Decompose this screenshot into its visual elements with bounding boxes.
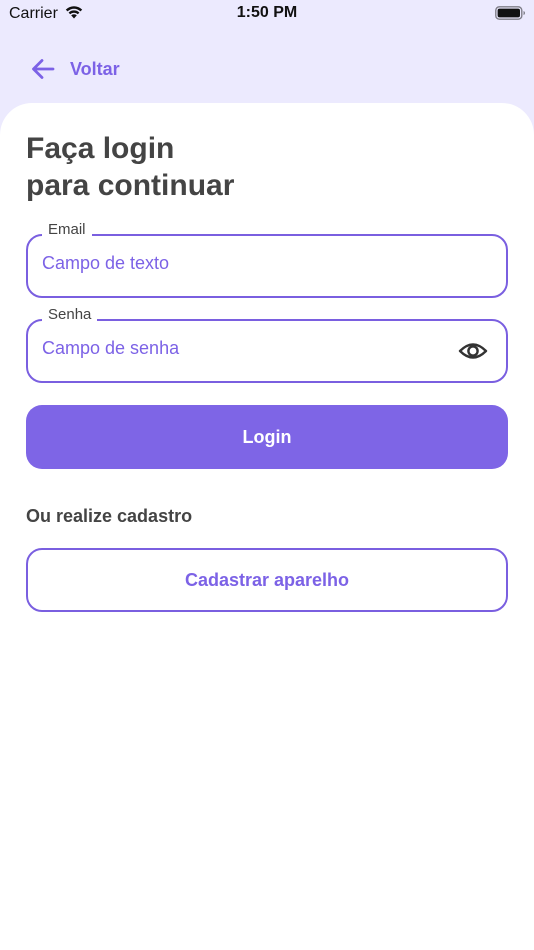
email-input-value[interactable]: Campo de texto bbox=[42, 253, 169, 274]
top-nav: Voltar bbox=[0, 40, 534, 98]
back-button[interactable]: Voltar bbox=[30, 54, 120, 84]
back-label: Voltar bbox=[70, 58, 120, 79]
status-time: 1:50 PM bbox=[236, 4, 298, 21]
register-device-button[interactable]: Cadastrar aparelho bbox=[26, 548, 508, 612]
register-prompt: Ou realize cadastro bbox=[26, 506, 193, 526]
login-button[interactable]: Login bbox=[26, 405, 508, 469]
status-bar: Carrier 1:50 PM bbox=[0, 0, 534, 28]
password-label: Senha bbox=[42, 306, 98, 323]
email-label: Email bbox=[42, 221, 92, 238]
eye-icon[interactable] bbox=[458, 340, 488, 362]
page-title-line-2: para continuar bbox=[26, 169, 235, 202]
password-input-value[interactable]: Campo de senha bbox=[42, 338, 179, 359]
battery-icon bbox=[495, 6, 525, 20]
page-title: Faça login para continuar bbox=[26, 130, 234, 204]
password-field[interactable]: Senha Campo de senha bbox=[26, 306, 508, 383]
arrow-left-icon bbox=[32, 59, 55, 79]
page-title-line-1: Faça login bbox=[26, 132, 175, 165]
email-field[interactable]: Email Campo de texto bbox=[26, 221, 508, 298]
